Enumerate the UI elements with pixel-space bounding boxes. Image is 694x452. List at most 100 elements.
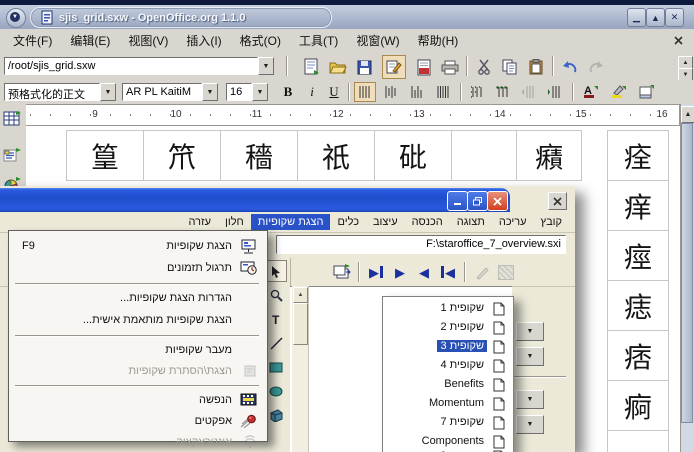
url-input[interactable]: /root/sjis_grid.sxw bbox=[4, 57, 258, 75]
shade-button[interactable]: ▲ bbox=[646, 8, 665, 27]
list-item[interactable]: Momentum bbox=[383, 395, 511, 414]
grid-cell[interactable]: 痣 bbox=[607, 280, 669, 331]
3d-objects-button[interactable] bbox=[265, 404, 287, 426]
grid-cell[interactable]: 痊 bbox=[607, 130, 669, 181]
url-input[interactable]: F:\staroffice_7_overview.sxi bbox=[276, 235, 566, 254]
menu-file[interactable]: 文件(F) bbox=[4, 30, 61, 51]
window-menu-button[interactable]: ▼ bbox=[6, 8, 26, 28]
open-button[interactable] bbox=[326, 55, 350, 79]
dropdown-button[interactable]: ▼ bbox=[516, 415, 544, 434]
scrollbar-thumb[interactable] bbox=[293, 303, 308, 345]
list-item[interactable]: שקופית 9 bbox=[383, 448, 511, 452]
main-vertical-scrollbar[interactable]: ▲ bbox=[680, 104, 694, 452]
scroll-up-button[interactable]: ▲ bbox=[681, 106, 694, 123]
increase-indent-button[interactable] bbox=[544, 82, 566, 102]
list-item[interactable]: Benefits bbox=[383, 376, 511, 395]
dropdown-button[interactable]: ▼ bbox=[516, 347, 544, 366]
list-item[interactable]: שקופית 1 bbox=[383, 300, 511, 319]
grid-cell[interactable]: 祇 bbox=[297, 130, 375, 181]
zoom-tool-button[interactable] bbox=[265, 284, 287, 306]
menu-view[interactable]: 视图(V) bbox=[119, 30, 177, 51]
slide-item-label[interactable]: Components bbox=[419, 435, 487, 447]
close-document-button[interactable] bbox=[548, 192, 567, 210]
menu-slide-show[interactable]: הצגת שקופיות bbox=[251, 214, 331, 230]
copy-button[interactable] bbox=[498, 55, 522, 79]
save-button[interactable] bbox=[352, 55, 376, 79]
bullet-list-button[interactable] bbox=[492, 82, 514, 102]
grid-cell[interactable] bbox=[451, 130, 517, 181]
grid-cell[interactable]: 痾 bbox=[607, 380, 669, 431]
edit-mode-toggle[interactable] bbox=[382, 55, 406, 79]
list-item[interactable]: שקופית 7 bbox=[383, 414, 511, 433]
close-button[interactable]: ✕ bbox=[665, 8, 684, 27]
align-center-button[interactable] bbox=[380, 82, 402, 102]
slide-list-panel[interactable]: שקופית 1 שקופית 2 שקופית 3 שקופית 4 Bene… bbox=[382, 296, 514, 452]
url-dropdown-button[interactable]: ▼ bbox=[258, 57, 274, 75]
main-titlebar[interactable]: ▼ sjis_grid.sxw - OpenOffice.org 1.1.0 ▁… bbox=[0, 5, 694, 30]
menu-item-show-hide-slide[interactable]: הצגת\הסתרת שקופיות bbox=[10, 362, 264, 382]
slide-item-label[interactable]: שקופית 4 bbox=[437, 359, 487, 371]
font-color-button[interactable]: A bbox=[578, 82, 602, 102]
slide-item-label[interactable]: שקופית 1 bbox=[437, 302, 487, 314]
line-tool-button[interactable] bbox=[265, 332, 287, 354]
numbered-list-button[interactable] bbox=[466, 82, 488, 102]
go-to-last-slide-button[interactable]: ▶ bbox=[364, 261, 388, 283]
undo-button[interactable] bbox=[558, 55, 582, 79]
menu-file[interactable]: קובץ bbox=[534, 214, 569, 230]
menu-edit[interactable]: 编辑(E) bbox=[61, 30, 119, 51]
menu-window[interactable]: 视窗(W) bbox=[347, 30, 408, 51]
grid-cell[interactable]: 痙 bbox=[607, 230, 669, 281]
menu-item-slide-transition[interactable]: מעבר שקופיות bbox=[10, 341, 264, 361]
show-snap-lines-button[interactable] bbox=[494, 261, 518, 283]
menu-help[interactable]: 帮助(H) bbox=[409, 30, 468, 51]
menu-tools[interactable]: כלים bbox=[330, 214, 365, 230]
style-dropdown-button[interactable]: ▼ bbox=[100, 83, 116, 101]
grid-cell[interactable]: 痒 bbox=[607, 180, 669, 231]
menu-insert[interactable]: הכנסה bbox=[405, 214, 450, 230]
go-to-first-slide-button[interactable]: ◀ bbox=[436, 261, 460, 283]
minimize-button[interactable] bbox=[447, 191, 468, 211]
previous-slide-button[interactable]: ◀ bbox=[412, 261, 436, 283]
align-bottom-button[interactable] bbox=[406, 82, 428, 102]
menu-item-slide-show-settings[interactable]: הגדרות הצגת שקופיות... bbox=[10, 289, 264, 309]
restore-button[interactable] bbox=[467, 191, 488, 211]
slide-item-label[interactable]: Momentum bbox=[426, 397, 487, 409]
grid-cell[interactable]: 癪 bbox=[516, 130, 582, 181]
menu-format[interactable]: 格式(O) bbox=[231, 30, 290, 51]
paragraph-style-select[interactable]: 预格式化的正文 bbox=[4, 83, 100, 101]
grid-cell[interactable]: 穡 bbox=[220, 130, 298, 181]
slide-item-label[interactable]: שקופית 2 bbox=[437, 321, 487, 333]
insert-frame-button[interactable] bbox=[1, 144, 23, 166]
italic-button[interactable]: i bbox=[302, 82, 322, 102]
horizontal-ruler[interactable]: 9 10 11 12 13 14 15 16 bbox=[26, 104, 680, 126]
menu-item-slide-show[interactable]: הצגת שקופיות F9 bbox=[10, 237, 264, 257]
menu-tools[interactable]: 工具(T) bbox=[290, 30, 347, 51]
rectangle-tool-button[interactable] bbox=[265, 356, 287, 378]
grid-cell[interactable]: 笊 bbox=[143, 130, 221, 181]
menu-item-effects[interactable]: אפקטים bbox=[10, 412, 264, 432]
slide-item-label[interactable]: שקופית 3 bbox=[437, 340, 487, 352]
decrease-indent-button[interactable] bbox=[518, 82, 540, 102]
select-tool-button[interactable] bbox=[265, 260, 287, 282]
insert-table-button[interactable] bbox=[1, 108, 23, 130]
list-item[interactable]: שקופית 4 bbox=[383, 357, 511, 376]
dropdown-button[interactable]: ▼ bbox=[516, 322, 544, 341]
align-top-button[interactable] bbox=[354, 82, 376, 102]
menu-view[interactable]: תצוגה bbox=[450, 214, 492, 230]
list-item[interactable]: שקופית 2 bbox=[383, 319, 511, 338]
menu-edit[interactable]: עריכה bbox=[492, 214, 534, 230]
grid-cell[interactable]: 篁 bbox=[66, 130, 144, 181]
export-pdf-button[interactable] bbox=[412, 55, 436, 79]
menu-help[interactable]: עזרה bbox=[182, 214, 218, 230]
scrollbar-thumb[interactable] bbox=[681, 123, 693, 423]
menu-item-rehearse-timings[interactable]: תרגול תזמונים bbox=[10, 259, 264, 279]
slide-item-label[interactable]: שקופית 7 bbox=[437, 416, 487, 428]
highlighting-button[interactable] bbox=[606, 82, 630, 102]
size-dropdown-button[interactable]: ▼ bbox=[252, 83, 268, 101]
grid-cell[interactable]: 痞 bbox=[607, 330, 669, 381]
bold-button[interactable]: B bbox=[278, 82, 298, 102]
paste-button[interactable] bbox=[524, 55, 548, 79]
new-document-button[interactable] bbox=[300, 55, 324, 79]
print-button[interactable] bbox=[438, 55, 462, 79]
minimize-button[interactable]: ▁ bbox=[627, 8, 646, 27]
